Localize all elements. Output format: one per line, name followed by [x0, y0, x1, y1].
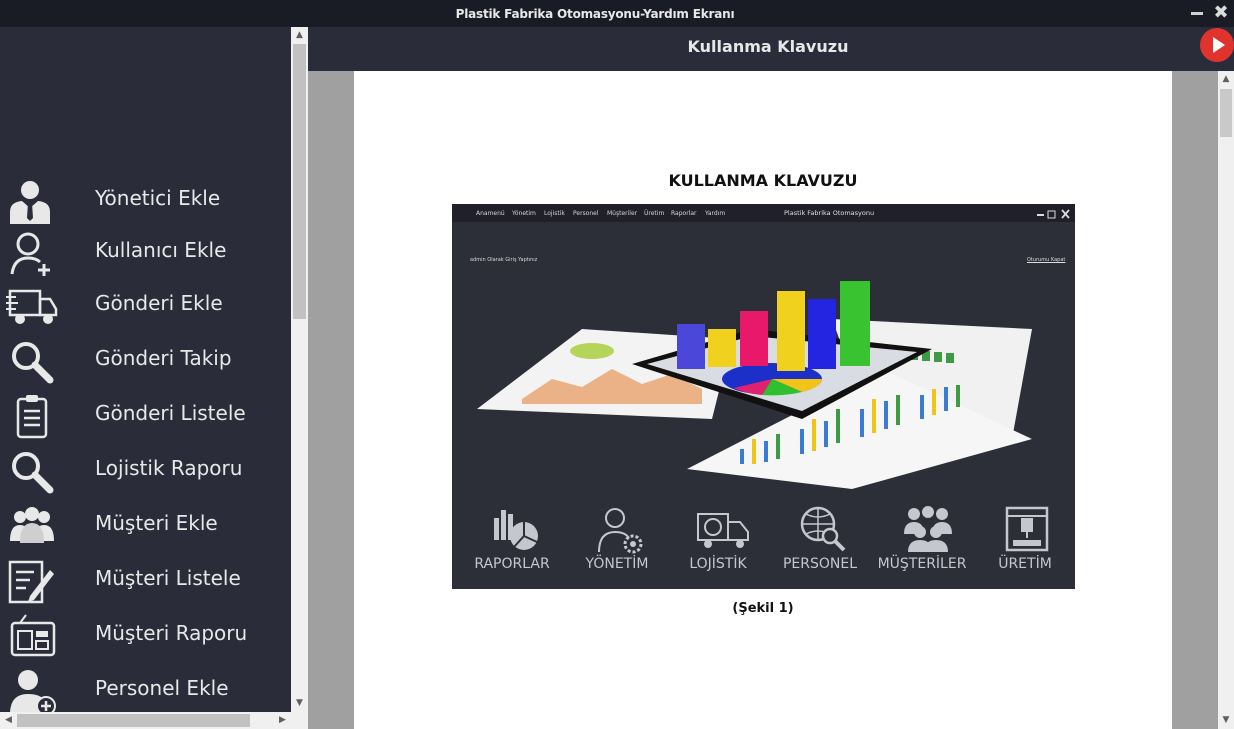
- figure-login-note: admin Olarak Giriş Yaptınız: [470, 257, 538, 263]
- group-icon: [904, 506, 952, 552]
- scroll-down-icon[interactable]: ▼: [1218, 712, 1234, 729]
- sidebar-item-label: Müşteri Raporu: [95, 621, 248, 645]
- document-page: KULLANMA KLAVUZU Anamenü Yönetim Lojisti…: [354, 71, 1172, 729]
- sidebar-item-yonetici-ekle[interactable]: Yönetici Ekle: [0, 174, 291, 228]
- sidebar-item-label: Kullanıcı Ekle: [95, 238, 227, 262]
- close-icon[interactable]: ✖: [1212, 4, 1230, 22]
- figure-caption: (Şekil 1): [732, 601, 794, 616]
- scrollbar-thumb[interactable]: [17, 714, 250, 727]
- delivery-truck-icon: [6, 289, 58, 324]
- figure-module-personel: PERSONEL: [770, 504, 870, 584]
- minimize-icon[interactable]: [1188, 4, 1206, 22]
- add-user-icon: [10, 232, 50, 276]
- figure-menu-item: Yönetim: [512, 210, 536, 217]
- figure-module-label: MÜŞTERİLER: [877, 556, 967, 572]
- figure-module-label: LOJİSTİK: [689, 556, 747, 572]
- figure-module-uretim: ÜRETİM: [975, 504, 1075, 584]
- window-title: Plastik Fabrika Otomasyonu-Yardım Ekranı: [455, 7, 735, 21]
- document-viewer: KULLANMA KLAVUZU Anamenü Yönetim Lojisti…: [308, 71, 1218, 729]
- figure-menu-item: Müşteriler: [607, 210, 638, 217]
- figure-module-raporlar: RAPORLAR: [462, 504, 562, 584]
- figure-window-controls-icon: [1037, 209, 1070, 219]
- page-title: Kullanma Klavuzu: [687, 37, 849, 56]
- figure-menu-item: Üretim: [644, 210, 665, 217]
- globe-search-icon: [800, 506, 846, 552]
- sidebar-item-label: Gönderi Listele: [95, 401, 246, 425]
- sidebar-item-label: Personel Ekle: [95, 676, 229, 700]
- search-icon: [12, 452, 54, 494]
- scroll-left-icon[interactable]: ◀: [0, 712, 17, 729]
- figure-menu-item: Raporlar: [671, 210, 697, 217]
- group-icon: [10, 507, 54, 543]
- figure-module-label: ÜRETİM: [998, 556, 1052, 572]
- figure-app-title: Plastik Fabrika Otomasyonu: [784, 209, 875, 217]
- sidebar-item-musteri-ekle[interactable]: Müşteri Ekle: [0, 499, 291, 553]
- sidebar-item-label: Yönetici Ekle: [95, 186, 221, 210]
- delivery-truck-icon: [697, 513, 749, 548]
- content-header: Kullanma Klavuzu: [308, 27, 1234, 71]
- figure-logout-link: Oturumu Kapat: [1027, 257, 1066, 263]
- clipboard-list-icon: [16, 395, 48, 439]
- scrollbar-thumb[interactable]: [1220, 89, 1232, 137]
- figure-menu-item: Anamenü: [476, 210, 505, 217]
- sidebar-item-personel-ekle[interactable]: Personel Ekle: [0, 664, 291, 712]
- figure-module-lojistik: LOJİSTİK: [668, 504, 768, 584]
- admin-user-icon: [10, 181, 50, 224]
- play-icon[interactable]: [1200, 28, 1234, 62]
- sidebar-item-gonderi-ekle[interactable]: Gönderi Ekle: [0, 279, 291, 333]
- sidebar-item-label: Gönderi Takip: [95, 346, 232, 370]
- document-heading: KULLANMA KLAVUZU: [668, 171, 858, 190]
- figure-module-label: RAPORLAR: [474, 556, 550, 572]
- figure-menu-item: Yardım: [705, 210, 726, 217]
- sidebar-item-musteri-raporu[interactable]: Müşteri Raporu: [0, 609, 291, 663]
- manager-gear-icon: [598, 508, 643, 554]
- sidebar-item-label: Müşteri Listele: [95, 566, 241, 590]
- figure-dashboard-illustration: [477, 281, 1032, 489]
- figure-menu-item: Lojistik: [544, 210, 565, 217]
- machine-icon: [1005, 506, 1049, 552]
- sidebar-item-label: Lojistik Raporu: [95, 456, 243, 480]
- pie-chart-icon: [494, 510, 538, 550]
- scroll-up-icon[interactable]: ▲: [291, 27, 308, 44]
- scrollbar-thumb[interactable]: [293, 44, 306, 319]
- figure-module-label: PERSONEL: [782, 556, 858, 572]
- figure-module-yonetim: YÖNETİM: [567, 504, 667, 584]
- sidebar-item-label: Müşteri Ekle: [95, 511, 218, 535]
- window-titlebar: Plastik Fabrika Otomasyonu-Yardım Ekranı…: [0, 0, 1234, 27]
- edit-list-icon: [8, 560, 54, 604]
- scrollbar-corner: [291, 712, 308, 729]
- document-vertical-scrollbar[interactable]: ▲ ▼: [1218, 71, 1234, 729]
- search-icon: [12, 342, 54, 384]
- figure-module-musteriler: MÜŞTERİLER: [872, 504, 972, 584]
- sidebar-item-kullanici-ekle[interactable]: Kullanıcı Ekle: [0, 226, 291, 280]
- sidebar-item-label: Gönderi Ekle: [95, 291, 223, 315]
- scroll-down-icon[interactable]: ▼: [291, 695, 308, 712]
- figure-screenshot: Anamenü Yönetim Lojistik Personel Müşter…: [452, 204, 1075, 589]
- add-person-icon: [10, 670, 56, 712]
- scroll-up-icon[interactable]: ▲: [1218, 71, 1234, 88]
- sidebar-item-gonderi-takip[interactable]: Gönderi Takip: [0, 334, 291, 388]
- sidebar-item-musteri-listele[interactable]: Müşteri Listele: [0, 554, 291, 608]
- sidebar-menu: Yönetici Ekle Kullanıcı Ekle Gönderi Ekl…: [0, 27, 291, 712]
- sidebar-item-gonderi-listele[interactable]: Gönderi Listele: [0, 389, 291, 443]
- sidebar-item-lojistik-raporu[interactable]: Lojistik Raporu: [0, 444, 291, 498]
- sidebar-horizontal-scrollbar[interactable]: ◀ ▶: [0, 712, 291, 729]
- sidebar-vertical-scrollbar[interactable]: ▲ ▼: [291, 27, 308, 712]
- figure-menubar: Anamenü Yönetim Lojistik Personel Müşter…: [452, 204, 1075, 222]
- report-device-icon: [10, 614, 56, 657]
- figure-module-label: YÖNETİM: [585, 556, 649, 572]
- scroll-right-icon[interactable]: ▶: [274, 712, 291, 729]
- figure-menu-item: Personel: [573, 210, 599, 217]
